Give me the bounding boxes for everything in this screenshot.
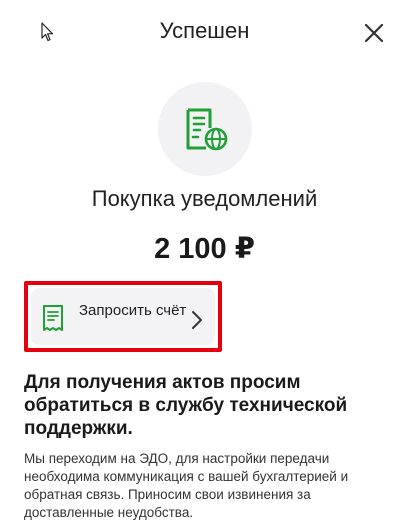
purchase-amount: 2 100 ₽ [154,233,255,265]
purchase-subtitle: Покупка уведомлений [91,186,318,211]
invoice-highlight-frame: Запросить счёт [24,281,222,352]
chevron-right-icon [192,311,202,329]
close-icon[interactable] [363,22,385,44]
notice-heading: Для получения актов просим обратиться в … [24,372,348,439]
modal-title: Успешен [159,18,250,43]
request-invoice-button[interactable]: Запросить счёт [31,288,215,345]
request-invoice-label: Запросить счёт [79,302,187,319]
notice-body: Мы переходим на ЭДО, для настройки перед… [24,451,349,520]
status-icon-container [158,82,252,176]
receipt-icon [43,305,63,331]
document-globe-icon [186,108,228,151]
